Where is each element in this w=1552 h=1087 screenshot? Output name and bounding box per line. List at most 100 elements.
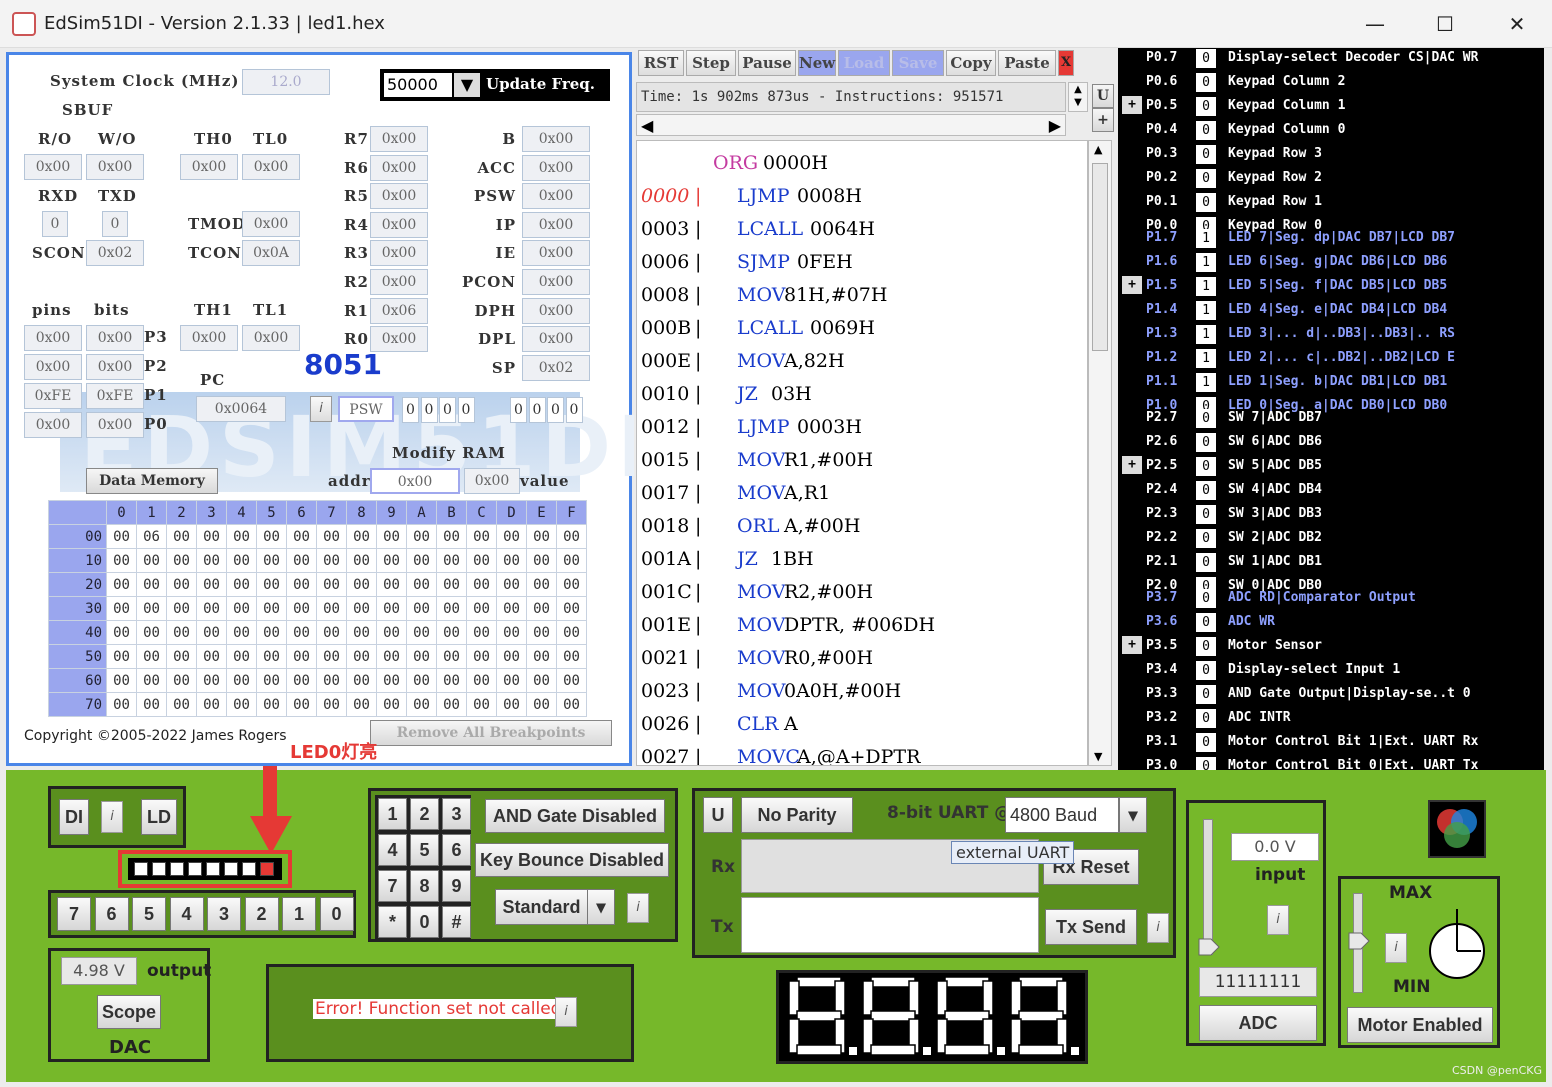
update-freq-select[interactable]: 50000 ▼ Update Freq. bbox=[380, 69, 610, 101]
mem-cell[interactable]: 00 bbox=[316, 572, 347, 597]
mem-cell[interactable]: 00 bbox=[556, 692, 587, 717]
mem-cell[interactable]: 00 bbox=[136, 596, 167, 621]
mem-cell[interactable]: 00 bbox=[316, 668, 347, 693]
mem-cell[interactable]: 00 bbox=[136, 620, 167, 645]
switch-3[interactable]: 3 bbox=[207, 897, 241, 931]
sbuf-wo[interactable]: 0x00 bbox=[86, 154, 144, 180]
mem-cell[interactable]: 00 bbox=[526, 596, 557, 621]
mem-cell[interactable]: 00 bbox=[406, 596, 437, 621]
h-scrollbar[interactable]: ◀ ▶ bbox=[636, 114, 1066, 136]
di-button[interactable]: DI bbox=[59, 799, 89, 835]
mem-cell[interactable]: 00 bbox=[286, 668, 317, 693]
pin-bit-value[interactable]: 0 bbox=[1196, 49, 1216, 68]
toolbar-rst-button[interactable]: RST bbox=[638, 50, 684, 76]
mem-cell[interactable]: 00 bbox=[196, 620, 227, 645]
key-hash[interactable]: # bbox=[442, 906, 471, 938]
mem-cell[interactable]: 00 bbox=[496, 692, 527, 717]
mem-cell[interactable]: 00 bbox=[466, 572, 497, 597]
toolbar-copy-button[interactable]: Copy bbox=[946, 50, 996, 76]
mem-cell[interactable]: 00 bbox=[316, 644, 347, 669]
pin-bit-value[interactable]: 0 bbox=[1196, 613, 1216, 632]
mem-cell[interactable]: 00 bbox=[496, 620, 527, 645]
register-value[interactable]: 0x00 bbox=[370, 211, 428, 238]
mem-cell[interactable]: 00 bbox=[436, 668, 467, 693]
chevron-down-icon[interactable]: ▼ bbox=[454, 73, 480, 97]
mem-cell[interactable]: 00 bbox=[346, 572, 377, 597]
psw-bit[interactable]: 0 bbox=[565, 397, 583, 423]
adc-slider-track[interactable] bbox=[1203, 819, 1213, 955]
sfr-value[interactable]: 0x00 bbox=[522, 240, 590, 267]
code-v-scrollbar[interactable]: ▲ ▼ bbox=[1088, 140, 1112, 766]
pin-bit-value[interactable]: 0 bbox=[1196, 409, 1216, 428]
mem-cell[interactable]: 00 bbox=[136, 668, 167, 693]
mem-cell[interactable]: 00 bbox=[256, 596, 287, 621]
psw-bit[interactable]: 0 bbox=[439, 397, 456, 423]
mem-cell[interactable]: 00 bbox=[196, 572, 227, 597]
mem-cell[interactable]: 00 bbox=[346, 524, 377, 549]
mem-cell[interactable]: 00 bbox=[406, 548, 437, 573]
mem-cell[interactable]: 00 bbox=[556, 644, 587, 669]
expand-plus-icon[interactable]: + bbox=[1122, 96, 1142, 114]
system-clock-input[interactable]: 12.0 bbox=[242, 69, 330, 95]
pin-bit-value[interactable]: 0 bbox=[1196, 73, 1216, 92]
mem-cell[interactable]: 00 bbox=[436, 524, 467, 549]
sfr-value[interactable]: 0x00 bbox=[522, 269, 590, 295]
pin-bit-value[interactable]: 0 bbox=[1196, 457, 1216, 476]
mem-cell[interactable]: 00 bbox=[466, 692, 497, 717]
mem-cell[interactable]: 00 bbox=[376, 668, 407, 693]
switch-5[interactable]: 5 bbox=[132, 897, 166, 931]
mem-cell[interactable]: 00 bbox=[346, 668, 377, 693]
mem-cell[interactable]: 00 bbox=[256, 692, 287, 717]
pin-bit-value[interactable]: 0 bbox=[1196, 589, 1216, 608]
pin-bit-value[interactable]: 0 bbox=[1196, 529, 1216, 548]
mem-cell[interactable]: 00 bbox=[436, 548, 467, 573]
pin-bit-value[interactable]: 0 bbox=[1196, 709, 1216, 728]
mem-cell[interactable]: 00 bbox=[466, 620, 497, 645]
pin-bit-value[interactable]: 0 bbox=[1196, 97, 1216, 116]
di-info-button[interactable]: i bbox=[101, 801, 123, 833]
mem-cell[interactable]: 00 bbox=[136, 644, 167, 669]
mem-cell[interactable]: 00 bbox=[286, 524, 317, 549]
sfr-value[interactable]: 0x02 bbox=[522, 354, 590, 381]
mem-cell[interactable]: 00 bbox=[376, 620, 407, 645]
adc-slider-thumb[interactable] bbox=[1197, 937, 1221, 957]
ld-button[interactable]: LD bbox=[141, 799, 177, 835]
mem-cell[interactable]: 00 bbox=[226, 596, 257, 621]
mem-cell[interactable]: 00 bbox=[166, 692, 197, 717]
mem-cell[interactable]: 00 bbox=[106, 572, 137, 597]
mem-cell[interactable]: 00 bbox=[196, 596, 227, 621]
mem-cell[interactable]: 00 bbox=[106, 548, 137, 573]
toolbar-paste-button[interactable]: Paste bbox=[998, 50, 1056, 76]
mem-cell[interactable]: 00 bbox=[496, 644, 527, 669]
mem-cell[interactable]: 06 bbox=[136, 524, 167, 549]
code-line[interactable]: 0023 | MOV 0A0H,#00H bbox=[641, 675, 1081, 708]
mem-cell[interactable]: 00 bbox=[196, 692, 227, 717]
pin-bit-value[interactable]: 0 bbox=[1196, 553, 1216, 572]
adc-info-button[interactable]: i bbox=[1267, 905, 1289, 935]
mem-cell[interactable]: 00 bbox=[106, 668, 137, 693]
mem-cell[interactable]: 00 bbox=[376, 524, 407, 549]
mem-cell[interactable]: 00 bbox=[406, 524, 437, 549]
chevron-down-icon[interactable]: ▾ bbox=[587, 889, 615, 925]
mem-cell[interactable]: 00 bbox=[256, 524, 287, 549]
mem-cell[interactable]: 00 bbox=[166, 620, 197, 645]
key-7[interactable]: 7 bbox=[378, 870, 407, 902]
register-value[interactable]: 0x00 bbox=[370, 126, 428, 152]
th0-value[interactable]: 0x00 bbox=[180, 154, 238, 180]
uart-u-button[interactable]: U bbox=[703, 797, 733, 833]
maximize-icon[interactable]: ☐ bbox=[1422, 8, 1468, 40]
mem-cell[interactable]: 00 bbox=[316, 596, 347, 621]
pin-bit-value[interactable]: 1 bbox=[1196, 229, 1216, 248]
psw-bit[interactable]: 0 bbox=[547, 397, 564, 423]
mem-cell[interactable]: 00 bbox=[526, 524, 557, 549]
code-line[interactable]: 0021 | MOV R0,#00H bbox=[641, 642, 1081, 675]
sfr-value[interactable]: 0x00 bbox=[522, 297, 590, 324]
u-button[interactable]: U bbox=[1092, 84, 1114, 108]
code-line[interactable]: 0015 | MOV R1,#00H bbox=[641, 444, 1081, 477]
mem-cell[interactable]: 00 bbox=[316, 548, 347, 573]
register-value[interactable]: 0x00 bbox=[370, 240, 428, 267]
mem-cell[interactable]: 00 bbox=[196, 644, 227, 669]
code-line[interactable]: 0000 | LJMP 0008H bbox=[641, 180, 1081, 213]
pin-bit-value[interactable]: 1 bbox=[1196, 373, 1216, 392]
mem-cell[interactable]: 00 bbox=[436, 572, 467, 597]
